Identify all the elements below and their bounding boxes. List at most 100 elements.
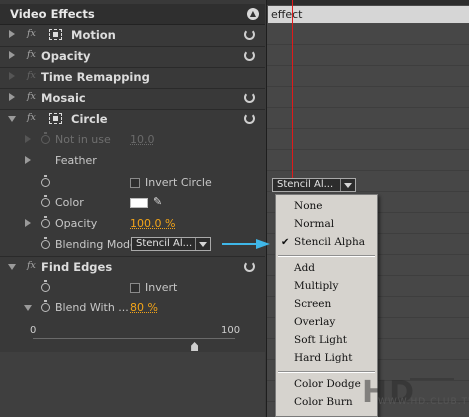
menu-item-label: Multiply	[294, 280, 339, 292]
blend-with-value[interactable]: 80 %	[130, 301, 158, 314]
param-label: Blend With ...	[55, 301, 129, 314]
effect-name: Opacity	[41, 49, 91, 63]
param-label: Invert	[145, 281, 178, 294]
dropdown-value: Stencil Al...	[277, 179, 334, 190]
opacity-value[interactable]: 100.0 %	[130, 217, 175, 230]
checkmark-icon: ✔	[281, 237, 290, 248]
menu-item-label: Normal	[294, 218, 335, 230]
menu-separator	[278, 255, 375, 257]
blend-slider-handle[interactable]	[191, 342, 199, 351]
fx-toggle-icon[interactable]: fx	[27, 112, 36, 123]
param-label: Feather	[55, 154, 97, 167]
reset-icon[interactable]	[244, 261, 255, 272]
param-label: Opacity	[55, 217, 98, 230]
collapse-icon[interactable]: ▲	[247, 8, 259, 20]
effect-name: Circle	[71, 112, 108, 126]
param-label: Blending Mode	[55, 238, 137, 251]
effect-row-find-edges[interactable]: fx Find Edges	[0, 256, 265, 278]
param-value: 10.0	[130, 133, 155, 146]
menu-item-label: None	[294, 200, 323, 212]
eyedropper-icon[interactable]: ✎	[153, 195, 162, 208]
expand-triangle-icon	[25, 135, 31, 143]
menu-item-label: Screen	[294, 298, 332, 310]
pointer-arrow-icon	[222, 239, 270, 249]
stopwatch-icon[interactable]	[41, 237, 50, 249]
menu-item-none[interactable]: None	[276, 198, 377, 215]
param-row-blend-with: Blend With ... 80 %	[0, 298, 265, 319]
menu-item-label: Stencil Alpha	[294, 236, 366, 248]
collapse-triangle-icon[interactable]	[8, 264, 16, 270]
menu-item-soft-light[interactable]: Soft Light	[276, 332, 377, 349]
param-row-feather[interactable]: Feather	[0, 151, 265, 172]
effect-row-motion[interactable]: fx Motion	[0, 25, 265, 47]
stopwatch-icon[interactable]	[41, 216, 50, 228]
stopwatch-icon[interactable]	[41, 300, 50, 312]
effect-name: Motion	[71, 28, 116, 42]
reset-icon[interactable]	[244, 113, 255, 124]
menu-item-normal[interactable]: Normal	[276, 216, 377, 233]
timeline-clip[interactable]: effect	[268, 6, 469, 23]
effect-row-time-remapping[interactable]: fx Time Remapping	[0, 67, 265, 89]
param-label: Not in use	[55, 133, 111, 146]
motion-transform-icon[interactable]	[49, 113, 62, 124]
timeline-blend-dropdown[interactable]: Stencil Al...	[272, 178, 356, 192]
expand-triangle-icon[interactable]	[25, 219, 31, 227]
stopwatch-icon[interactable]	[41, 195, 50, 207]
invert-circle-checkbox[interactable]	[130, 178, 140, 188]
param-row-opacity: Opacity 100.0 %	[0, 214, 265, 235]
chevron-down-icon[interactable]	[195, 238, 210, 250]
fx-toggle-icon[interactable]: fx	[27, 260, 36, 271]
menu-item-add[interactable]: Add	[276, 260, 377, 277]
color-swatch[interactable]	[130, 198, 148, 208]
reset-icon[interactable]	[244, 50, 255, 61]
expand-triangle-icon[interactable]	[9, 72, 15, 80]
invert-checkbox[interactable]	[130, 283, 140, 293]
reset-icon[interactable]	[244, 92, 255, 103]
effect-controls-panel: Video Effects ▲ fx Motion fx Opacity fx …	[0, 0, 265, 417]
collapse-triangle-icon[interactable]	[8, 116, 16, 122]
fx-toggle-icon: fx	[27, 70, 36, 81]
reset-icon[interactable]	[244, 29, 255, 40]
expand-triangle-icon[interactable]	[9, 93, 15, 101]
menu-item-label: Overlay	[294, 316, 336, 328]
param-label: Color	[55, 196, 84, 209]
effect-row-opacity[interactable]: fx Opacity	[0, 46, 265, 68]
menu-item-stencil-alpha[interactable]: ✔ Stencil Alpha	[276, 234, 377, 251]
menu-item-overlay[interactable]: Overlay	[276, 314, 377, 331]
effect-name: Find Edges	[41, 260, 113, 274]
panel-header: Video Effects ▲	[0, 4, 265, 25]
watermark-site: WWW.HD.CLUB.TW	[378, 397, 469, 407]
expand-triangle-icon[interactable]	[25, 156, 31, 164]
timeline-ruler	[267, 0, 469, 5]
panel-title: Video Effects	[10, 7, 95, 21]
menu-item-multiply[interactable]: Multiply	[276, 278, 377, 295]
menu-item-label: Soft Light	[294, 334, 347, 346]
playhead-line[interactable]	[292, 0, 293, 180]
expand-triangle-icon[interactable]	[9, 30, 15, 38]
blending-mode-dropdown[interactable]: Stencil Al...	[131, 237, 211, 251]
effect-row-circle[interactable]: fx Circle	[0, 109, 265, 130]
fx-toggle-icon[interactable]: fx	[27, 28, 36, 39]
param-row-not-in-use: Not in use 10.0	[0, 130, 265, 151]
param-row-invert-circle: Invert Circle	[0, 173, 265, 194]
motion-transform-icon[interactable]	[49, 29, 62, 40]
stopwatch-icon[interactable]	[41, 175, 50, 187]
effect-row-mosaic[interactable]: fx Mosaic	[0, 88, 265, 110]
clip-label: effect	[271, 8, 303, 21]
param-label: Invert Circle	[145, 176, 212, 189]
chevron-down-icon[interactable]	[340, 179, 355, 191]
stopwatch-icon	[41, 132, 50, 144]
menu-item-screen[interactable]: Screen	[276, 296, 377, 313]
menu-item-hard-light[interactable]: Hard Light	[276, 350, 377, 367]
fx-toggle-icon[interactable]: fx	[27, 49, 36, 60]
menu-item-label: Hard Light	[294, 352, 353, 364]
slider-max-label: 100	[221, 325, 241, 336]
stopwatch-icon[interactable]	[41, 280, 50, 292]
fx-toggle-icon[interactable]: fx	[27, 91, 36, 102]
dropdown-value: Stencil Al...	[136, 238, 193, 249]
blend-slider-track[interactable]	[33, 338, 235, 339]
collapse-triangle-icon[interactable]	[24, 305, 32, 311]
param-row-invert: Invert	[0, 278, 265, 299]
effect-name: Time Remapping	[41, 70, 150, 84]
expand-triangle-icon[interactable]	[9, 51, 15, 59]
